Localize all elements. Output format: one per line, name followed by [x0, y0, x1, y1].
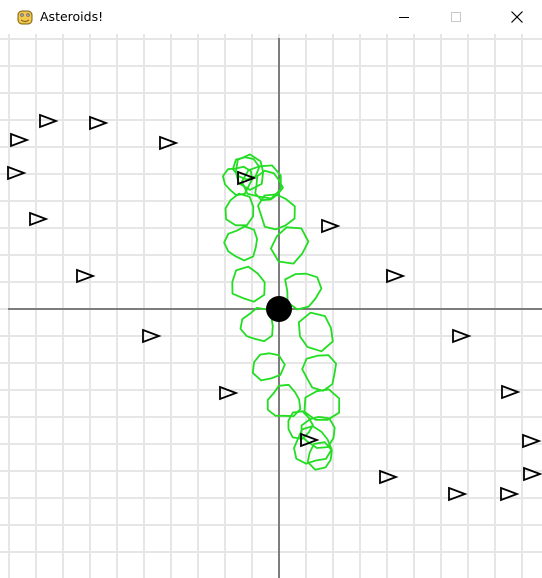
- title-bar[interactable]: Asteroids!: [0, 0, 542, 34]
- asteroid: [297, 311, 334, 353]
- asteroid: [301, 354, 338, 392]
- ship: [89, 115, 109, 131]
- asteroid: [231, 265, 266, 303]
- close-icon: [511, 11, 523, 23]
- ship: [10, 132, 30, 148]
- maximize-button[interactable]: [433, 0, 479, 34]
- asteroid: [269, 226, 310, 265]
- maximize-icon: [451, 12, 461, 22]
- game-canvas[interactable]: [0, 34, 542, 578]
- close-button[interactable]: [494, 0, 540, 34]
- ship: [219, 385, 239, 401]
- ship: [523, 466, 542, 482]
- ship: [386, 268, 406, 284]
- asteroid: [224, 192, 255, 227]
- ship: [522, 433, 542, 449]
- minimize-icon: [399, 17, 409, 18]
- ship: [29, 211, 49, 227]
- pygame-snake-icon: [17, 9, 33, 25]
- minimize-button[interactable]: [381, 0, 427, 34]
- ship: [501, 384, 521, 400]
- game-window: Asteroids!: [0, 0, 542, 578]
- player-layer: [266, 296, 292, 322]
- ship: [321, 218, 341, 234]
- window-title: Asteroids!: [40, 9, 104, 24]
- player-ship: [266, 296, 292, 322]
